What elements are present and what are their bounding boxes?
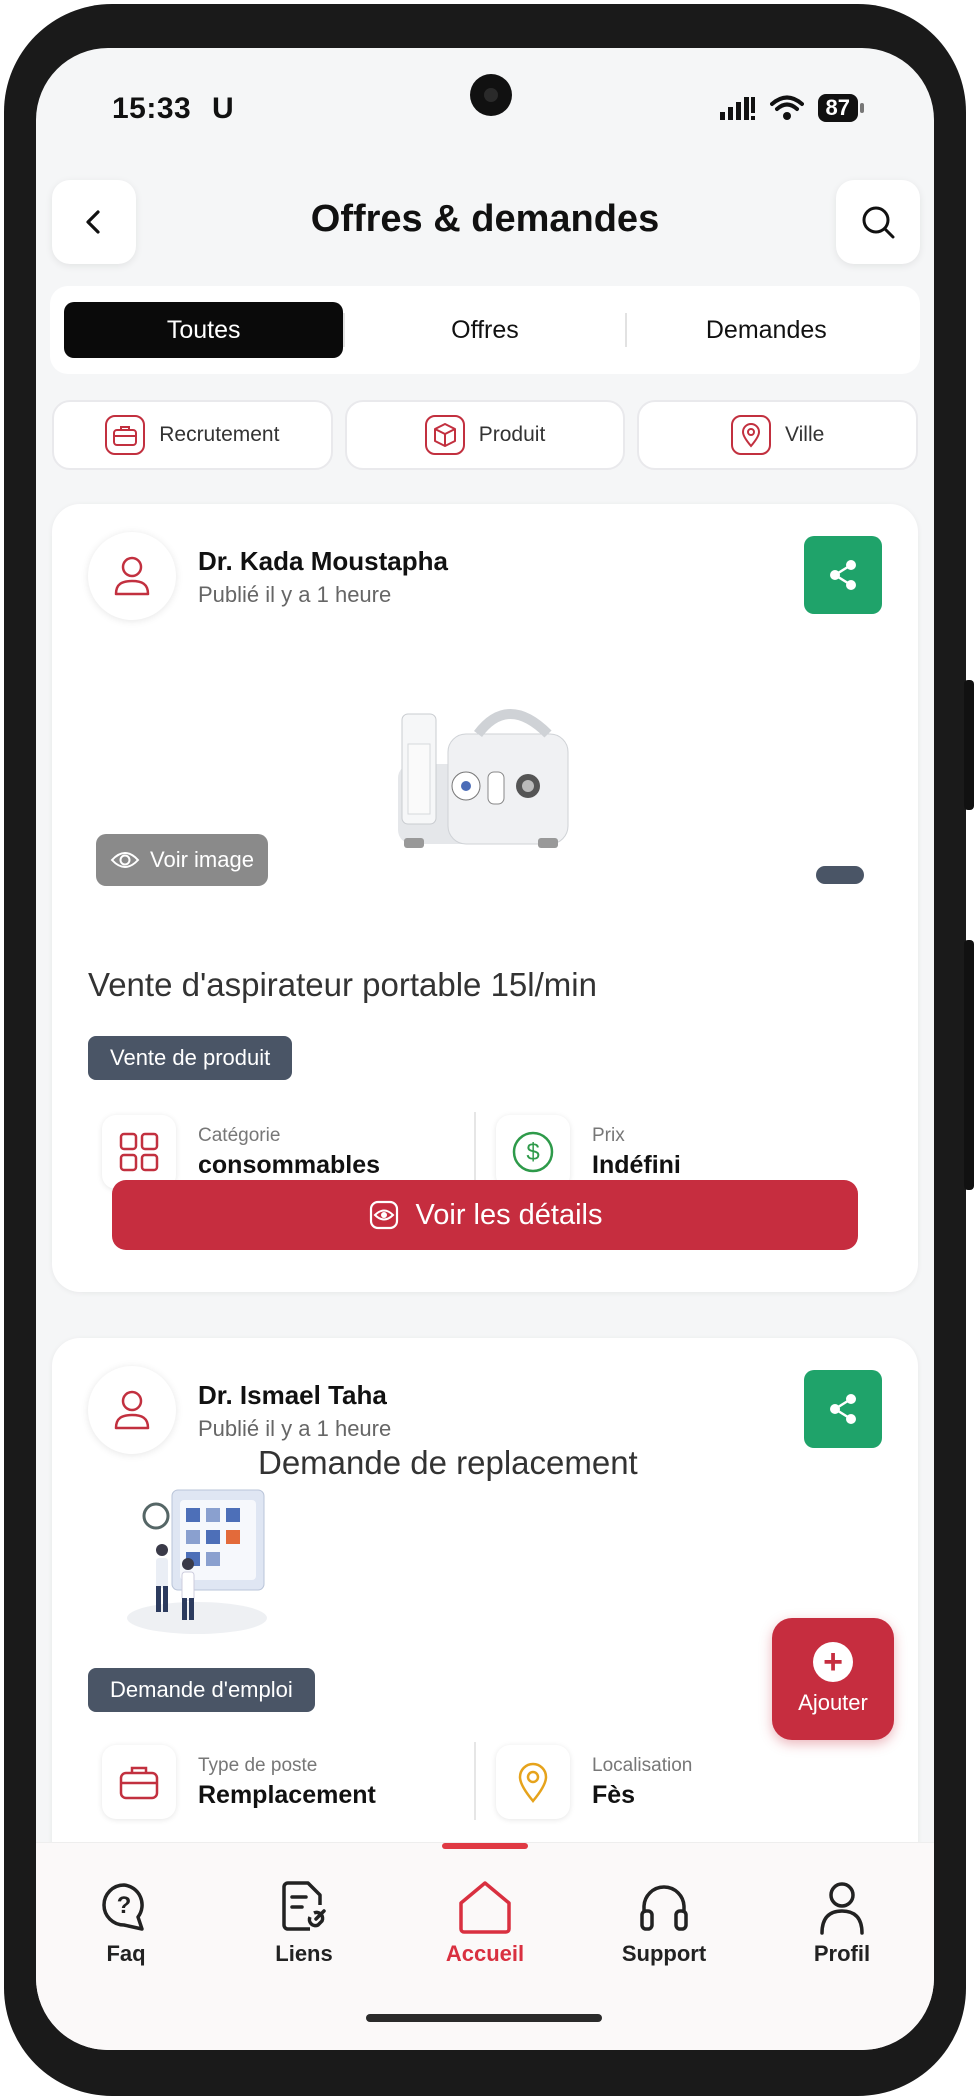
tab-offres[interactable]: Offres bbox=[345, 302, 624, 358]
author-name: Dr. Kada Moustapha bbox=[198, 546, 448, 576]
share-icon bbox=[830, 560, 856, 590]
filter-label: Produit bbox=[478, 423, 546, 446]
info-label: Catégorie bbox=[198, 1124, 281, 1146]
filter-produit[interactable]: Produit bbox=[344, 400, 626, 470]
nav-label: Liens bbox=[275, 1941, 333, 1966]
info-label: Type de poste bbox=[198, 1754, 318, 1776]
grid-icon bbox=[102, 1115, 176, 1189]
info-label: Prix bbox=[592, 1124, 625, 1146]
signal-icon bbox=[719, 97, 755, 120]
user-icon bbox=[114, 1390, 150, 1430]
map-pin-icon bbox=[731, 415, 772, 455]
view-icon bbox=[369, 1200, 398, 1230]
info-job-type: Type de poste Remplacement bbox=[102, 1742, 474, 1822]
nav-profil[interactable]: Profil bbox=[772, 1879, 912, 1967]
question-chat-icon: ? bbox=[102, 1883, 144, 1931]
filter-chips: Recrutement Produit Ville bbox=[52, 400, 919, 470]
nav-label: Accueil bbox=[445, 1941, 525, 1966]
share-button[interactable] bbox=[804, 1370, 882, 1448]
filter-label: Recrutement bbox=[159, 423, 280, 446]
nav-label: Support bbox=[621, 1941, 707, 1966]
battery-indicator: 87 bbox=[817, 94, 865, 122]
power-button bbox=[964, 680, 974, 810]
author-name: Dr. Ismael Taha bbox=[198, 1380, 387, 1410]
link-doc-icon bbox=[282, 1881, 326, 1931]
status-time: 15:33 bbox=[112, 92, 192, 125]
info-value: consommables bbox=[198, 1150, 381, 1179]
add-button-label: Ajouter bbox=[798, 1690, 868, 1715]
eye-icon bbox=[110, 852, 140, 868]
info-label: Localisation bbox=[592, 1754, 693, 1776]
plus-icon: + bbox=[813, 1642, 853, 1682]
share-icon bbox=[830, 1394, 856, 1424]
post-time: Publié il y a 1 heure bbox=[198, 582, 392, 607]
front-camera bbox=[470, 74, 512, 116]
user-icon bbox=[820, 1882, 864, 1935]
status-app-badge: U bbox=[212, 92, 234, 125]
carousel-indicator bbox=[816, 866, 864, 884]
briefcase-icon bbox=[102, 1745, 176, 1819]
home-icon bbox=[459, 1881, 511, 1934]
phone-frame: 15:33 U 87 Offres & demandes Toutes Offr… bbox=[4, 4, 974, 2096]
filter-recrutement[interactable]: Recrutement bbox=[52, 400, 333, 470]
view-image-button[interactable]: Voir image bbox=[96, 834, 268, 886]
nav-accueil[interactable]: Accueil bbox=[415, 1879, 555, 1967]
add-button[interactable]: + Ajouter bbox=[772, 1618, 894, 1740]
dollar-icon: $ bbox=[496, 1115, 570, 1189]
info-value: Fès bbox=[592, 1780, 636, 1809]
status-icons: 87 bbox=[719, 92, 865, 124]
category-tag: Demande d'emploi bbox=[88, 1668, 315, 1712]
avatar bbox=[88, 1366, 176, 1454]
view-details-button[interactable]: Voir les détails bbox=[112, 1180, 858, 1250]
post-time: Publié il y a 1 heure bbox=[198, 1416, 392, 1441]
nav-liens[interactable]: Liens bbox=[234, 1879, 374, 1967]
tab-demandes[interactable]: Demandes bbox=[627, 302, 906, 358]
view-image-label: Voir image bbox=[150, 847, 254, 872]
avatar bbox=[88, 532, 176, 620]
divider bbox=[474, 1742, 476, 1820]
filter-label: Ville bbox=[785, 423, 825, 446]
post-title: Demande de replacement bbox=[258, 1444, 638, 1481]
nav-label: Profil bbox=[813, 1941, 871, 1966]
share-button[interactable] bbox=[804, 536, 882, 614]
tab-toutes[interactable]: Toutes bbox=[64, 302, 344, 358]
search-icon bbox=[862, 206, 895, 239]
product-image[interactable] bbox=[388, 694, 572, 854]
svg-text:$: $ bbox=[526, 1139, 539, 1166]
view-details-label: Voir les détails bbox=[415, 1198, 603, 1231]
nav-label: Faq bbox=[106, 1941, 146, 1966]
volume-button bbox=[964, 940, 974, 1190]
segmented-tabs: Toutes Offres Demandes bbox=[50, 286, 920, 374]
active-tab-indicator bbox=[442, 1843, 528, 1849]
briefcase-icon bbox=[105, 415, 146, 455]
status-bar: 15:33 U 87 bbox=[36, 48, 934, 158]
filter-ville[interactable]: Ville bbox=[637, 400, 919, 470]
map-pin-icon bbox=[496, 1745, 570, 1819]
info-location: Localisation Fès bbox=[496, 1742, 868, 1822]
screen: 15:33 U 87 Offres & demandes Toutes Offr… bbox=[36, 48, 934, 2050]
post-title: Vente d'aspirateur portable 15l/min bbox=[88, 966, 597, 1003]
info-row: Type de poste Remplacement Localisation bbox=[102, 1742, 868, 1822]
svg-text:?: ? bbox=[117, 1892, 132, 1919]
box-icon bbox=[424, 415, 465, 455]
info-value: Indéfini bbox=[592, 1150, 681, 1179]
info-value: Remplacement bbox=[198, 1780, 376, 1809]
divider bbox=[474, 1112, 476, 1190]
category-tag: Vente de produit bbox=[88, 1036, 293, 1080]
nav-faq[interactable]: ? Faq bbox=[56, 1879, 196, 1967]
headphones-icon bbox=[640, 1885, 688, 1931]
job-illustration bbox=[127, 1489, 267, 1634]
page-title: Offres & demandes bbox=[310, 198, 660, 240]
post-card: Dr. Kada Moustapha Publié il y a 1 heure bbox=[52, 504, 918, 1292]
wifi-icon bbox=[769, 95, 804, 120]
search-button[interactable] bbox=[836, 180, 920, 264]
user-icon bbox=[114, 556, 150, 596]
nav-support[interactable]: Support bbox=[594, 1879, 734, 1967]
home-indicator[interactable] bbox=[366, 2014, 602, 2022]
